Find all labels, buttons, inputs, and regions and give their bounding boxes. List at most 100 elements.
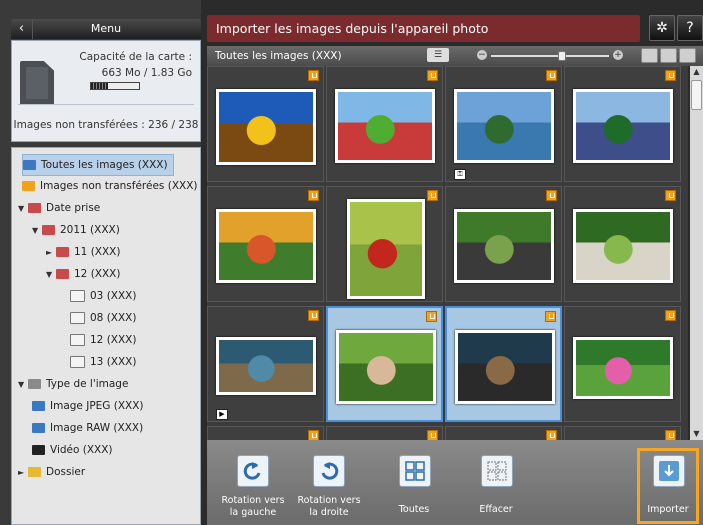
expanded-arrow-icon[interactable]: ▼: [18, 375, 28, 395]
thumbnail-cell[interactable]: [445, 426, 562, 440]
not-transferred-icon: [308, 70, 319, 81]
photo-baby-grass[interactable]: [336, 330, 436, 404]
thumbnail-cell[interactable]: [564, 426, 681, 440]
tree-item-label: Vidéo (XXX): [50, 444, 113, 456]
tree-item[interactable]: ▼ 2011 (XXX): [32, 220, 120, 240]
scroll-down-icon[interactable]: ▼: [690, 428, 703, 440]
thumbnail-cell[interactable]: [564, 306, 681, 422]
photo-mountain-lake[interactable]: [454, 89, 554, 163]
tree-item[interactable]: Toutes les images (XXX): [22, 154, 174, 176]
photo-couple-portrait[interactable]: [573, 89, 673, 163]
tree-item-label: 12 (XXX): [90, 334, 137, 346]
tree-item[interactable]: ► Dossier: [18, 462, 85, 482]
tree-item[interactable]: 12 (XXX): [70, 330, 136, 350]
photo-park-bench[interactable]: [454, 209, 554, 283]
not-transferred-icon: [308, 190, 319, 201]
calendar-icon: [56, 269, 69, 279]
tree-item[interactable]: ▼ 12 (XXX): [46, 264, 120, 284]
photo-sunflower[interactable]: [216, 89, 316, 165]
rotate-left-button[interactable]: [237, 455, 269, 487]
photo-apples-tomatoes[interactable]: [347, 199, 425, 299]
scroll-up-icon[interactable]: ▲: [690, 66, 703, 78]
select-all-button[interactable]: [399, 455, 431, 487]
thumbnail-cell[interactable]: [326, 306, 443, 422]
zoom-slider-thumb[interactable]: [557, 51, 566, 61]
photo-pink-flowers[interactable]: [573, 337, 673, 399]
import-button[interactable]: [653, 455, 685, 487]
tree-item-label: Date prise: [46, 202, 101, 214]
not-transferred-icon: [426, 311, 437, 322]
gear-icon[interactable]: ✲: [649, 15, 675, 41]
collapsed-arrow-icon[interactable]: ►: [46, 243, 56, 263]
photo-fruit-market[interactable]: [216, 209, 316, 283]
thumbnail-cell[interactable]: [207, 186, 324, 302]
fullscreen-view-icon[interactable]: [679, 48, 696, 63]
day-icon: [70, 312, 85, 324]
clear-selection-button[interactable]: [481, 455, 513, 487]
tree-item[interactable]: Vidéo (XXX): [32, 440, 113, 460]
clear-selection-label: Effacer: [479, 504, 513, 515]
sd-card-icon: [20, 61, 54, 105]
all-images-icon: [23, 160, 36, 170]
zoom-slider[interactable]: [491, 51, 609, 61]
expanded-arrow-icon[interactable]: ▼: [46, 265, 56, 285]
tree-item[interactable]: ▼ Date prise: [18, 198, 100, 218]
import-icon: [659, 461, 679, 481]
thumbnail-grid: ⚿ ▶: [207, 66, 688, 440]
not-transferred-icon: [546, 430, 557, 440]
capacity-bar-fill: [91, 83, 109, 89]
rotate-right-button[interactable]: [313, 455, 345, 487]
grid-view-icon[interactable]: [641, 48, 658, 63]
thumbnail-cell[interactable]: [326, 426, 443, 440]
scrollbar-thumb[interactable]: [691, 80, 702, 110]
thumbnail-cell[interactable]: [326, 186, 443, 302]
not-transferred-icon: [427, 430, 438, 440]
tree-item[interactable]: Image JPEG (XXX): [32, 396, 144, 416]
expanded-arrow-icon[interactable]: ▼: [18, 199, 28, 219]
card-capacity-panel: Capacité de la carte : 663 Mo / 1.83 Go …: [11, 40, 201, 142]
tree-item[interactable]: ▼ Type de l'image: [18, 374, 128, 394]
single-view-icon[interactable]: [660, 48, 677, 63]
zoom-out-icon[interactable]: −: [477, 50, 487, 60]
tree-item[interactable]: 08 (XXX): [70, 308, 136, 328]
jpeg-icon: [32, 401, 45, 411]
photo-cat-lying[interactable]: [455, 330, 555, 404]
thumbnail-cell[interactable]: [207, 66, 324, 182]
vertical-scrollbar[interactable]: ▲ ▼: [690, 66, 703, 440]
thumbnail-cell[interactable]: ⚿: [445, 66, 562, 182]
collapsed-arrow-icon[interactable]: ►: [18, 463, 28, 483]
thumbnail-cell[interactable]: ▶: [207, 306, 324, 422]
thumbnail-cell[interactable]: [445, 306, 562, 422]
list-view-icon[interactable]: ☰: [427, 48, 449, 62]
chevron-left-icon[interactable]: ‹: [11, 19, 33, 39]
tree-item[interactable]: 03 (XXX): [70, 286, 136, 306]
tree-item[interactable]: 13 (XXX): [70, 352, 136, 372]
not-transferred-icon: [546, 70, 557, 81]
not-transferred-icon: [665, 190, 676, 201]
not-transferred-icon: [665, 430, 676, 440]
thumbnail-cell[interactable]: [207, 426, 324, 440]
thumbnail-cell[interactable]: [326, 66, 443, 182]
not-transferred-icon: [308, 310, 319, 321]
thumbnail-cell[interactable]: [564, 186, 681, 302]
not-transferred-icon: [427, 70, 438, 81]
thumbnail-cell[interactable]: [445, 186, 562, 302]
rotate-left-label: Rotation vers la gauche: [221, 495, 285, 518]
tree-item[interactable]: Image RAW (XXX): [32, 418, 143, 438]
photo-ducks-water[interactable]: [216, 337, 316, 395]
video-icon: [32, 445, 45, 455]
zoom-in-icon[interactable]: +: [613, 50, 623, 60]
photo-picnic-park[interactable]: [573, 209, 673, 283]
tree-item[interactable]: Images non transférées (XXX): [22, 176, 198, 196]
view-toolbar: Toutes les images (XXX) ☰ − +: [207, 46, 703, 66]
select-all-label: Toutes: [398, 504, 430, 515]
tree-item[interactable]: ► 11 (XXX): [46, 242, 120, 262]
photo-laundry-meadow[interactable]: [335, 89, 435, 163]
rotate-right-label: Rotation vers la droite: [297, 495, 361, 518]
transfer-icon: [22, 181, 35, 191]
video-badge-icon: ▶: [216, 409, 228, 420]
thumbnail-cell[interactable]: [564, 66, 681, 182]
not-transferred-icon: [427, 190, 438, 201]
help-button[interactable]: ?: [677, 15, 703, 41]
expanded-arrow-icon[interactable]: ▼: [32, 221, 42, 241]
